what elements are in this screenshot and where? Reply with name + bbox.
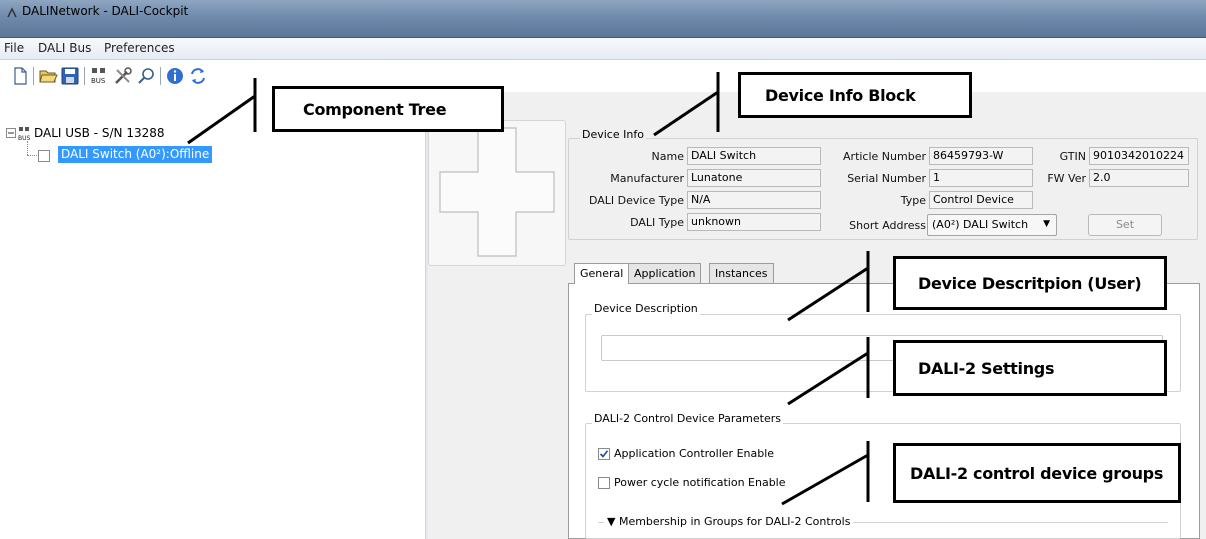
menu-preferences[interactable]: Preferences — [104, 41, 175, 55]
toolbar-separator — [84, 67, 85, 85]
gtin-field: 9010342010224 — [1089, 147, 1189, 165]
save-disk-icon[interactable] — [60, 66, 80, 86]
device-type-label: DALI Device Type — [588, 194, 684, 207]
device-type-field: N/A — [687, 191, 821, 209]
open-folder-icon[interactable] — [38, 66, 58, 86]
tools-icon[interactable] — [113, 66, 133, 86]
menu-dali-bus[interactable]: DALI Bus — [38, 41, 91, 55]
manufacturer-label: Manufacturer — [610, 172, 684, 185]
power-cycle-label: Power cycle notification Enable — [614, 476, 786, 489]
bus-icon: BUS — [18, 127, 31, 142]
device-description-title: Device Description — [592, 302, 700, 315]
type-field: Control Device — [929, 191, 1033, 209]
collapse-icon[interactable] — [6, 128, 16, 138]
short-address-label: Short Address — [849, 219, 926, 232]
app-icon — [7, 7, 17, 18]
refresh-icon[interactable] — [188, 66, 208, 86]
power-cycle-checkbox[interactable] — [598, 477, 610, 489]
window-title: DALINetwork - DALI-Cockpit — [22, 4, 189, 18]
fw-version-field: 2.0 — [1089, 169, 1189, 187]
annotation-dali2-groups: DALI-2 control device groups — [893, 443, 1181, 503]
fw-version-label: FW Ver — [1047, 172, 1086, 185]
name-field: DALI Switch — [687, 147, 821, 165]
menu-bar: File DALI Bus Preferences — [0, 38, 1206, 60]
type-label: Type — [900, 194, 926, 207]
short-address-select[interactable]: (A0²) DALI Switch ▼ — [927, 214, 1057, 236]
tab-application[interactable]: Application — [628, 263, 702, 283]
search-icon[interactable] — [137, 66, 157, 86]
device-placeholder-icon — [439, 127, 555, 257]
dali-type-field: unknown — [687, 213, 821, 231]
tab-instances[interactable]: Instances — [709, 263, 774, 283]
tree-item-dali-switch[interactable]: DALI Switch (A0²):Offline — [58, 146, 213, 163]
tree-item-checkbox[interactable] — [38, 150, 50, 162]
serial-number-label: Serial Number — [847, 172, 926, 185]
name-label: Name — [651, 150, 684, 163]
annotation-dali2-settings: DALI-2 Settings — [893, 340, 1167, 396]
annotation-component-tree: Component Tree — [272, 86, 504, 132]
short-address-value: (A0²) DALI Switch — [932, 218, 1029, 231]
chevron-down-icon: ▼ — [1043, 219, 1050, 229]
dali-type-label: DALI Type — [630, 216, 684, 229]
info-icon[interactable] — [165, 66, 185, 86]
device-info-title: Device Info — [580, 128, 646, 141]
dali2-params-title: DALI-2 Control Device Parameters — [592, 412, 783, 425]
article-number-field: 86459793-W — [929, 147, 1033, 165]
article-number-label: Article Number — [843, 150, 926, 163]
annotation-device-info-block: Device Info Block — [738, 72, 972, 118]
tab-general[interactable]: General — [574, 263, 630, 284]
svg-text:BUS: BUS — [18, 135, 31, 142]
new-document-icon[interactable] — [10, 66, 30, 86]
tree-line — [27, 141, 28, 155]
app-controller-checkbox[interactable] — [598, 448, 610, 460]
toolbar-separator — [33, 67, 34, 85]
component-tree-pane — [0, 100, 425, 539]
set-button[interactable]: Set — [1088, 214, 1162, 236]
svg-text:BUS: BUS — [91, 77, 106, 85]
tree-root-item[interactable]: DALI USB - S/N 13288 — [34, 126, 165, 140]
annotation-device-description: Device Descritpion (User) — [893, 256, 1167, 310]
groups-section-toggle[interactable]: ▼ Membership in Groups for DALI-2 Contro… — [604, 515, 854, 528]
toolbar-separator — [160, 67, 161, 85]
manufacturer-field: Lunatone — [687, 169, 821, 187]
bus-icon[interactable]: BUS — [89, 66, 109, 86]
checkmark-icon — [599, 450, 609, 458]
title-bar: DALINetwork - DALI-Cockpit — [0, 0, 1206, 38]
menu-file[interactable]: File — [4, 41, 24, 55]
tree-line — [27, 155, 37, 156]
gtin-label: GTIN — [1059, 150, 1086, 163]
serial-number-field: 1 — [929, 169, 1033, 187]
app-controller-label: Application Controller Enable — [614, 447, 775, 460]
